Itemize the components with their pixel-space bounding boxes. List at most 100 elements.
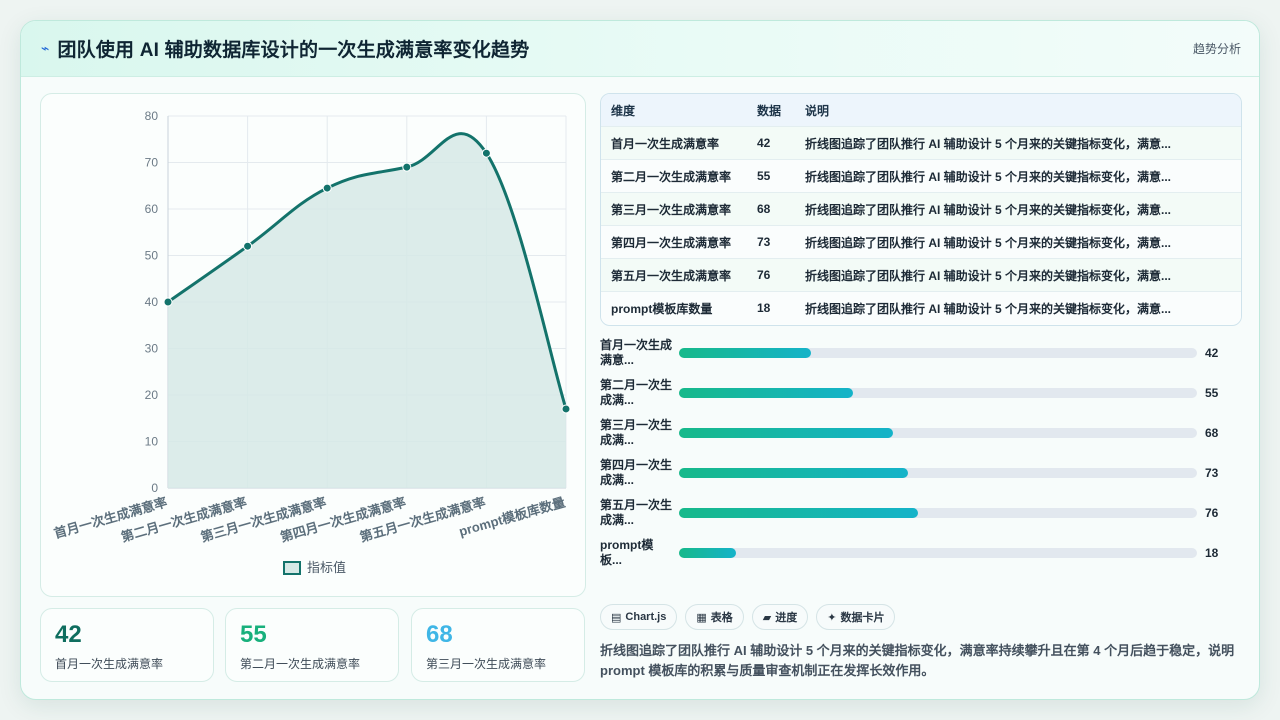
y-tick-label: 0: [151, 481, 158, 495]
header-tag: 趋势分析: [1192, 42, 1241, 56]
y-tick-label: 20: [145, 388, 159, 402]
progress-value: 42: [1205, 346, 1219, 360]
progress-label: 第五月一次生 成满...: [600, 498, 676, 528]
table-cell-name: 第四月一次生成满意率: [611, 235, 732, 250]
table-row: prompt模板库数量 18 折线图追踪了团队推行 AI 辅助设计 5 个月来的…: [601, 291, 1241, 324]
progress-label-line1: 第二月一次生: [600, 378, 673, 392]
y-tick-label: 50: [145, 249, 159, 263]
chip-label: 进度: [775, 612, 798, 624]
progress-track: [679, 468, 1197, 478]
data-point: [402, 162, 412, 172]
progress-item: 第二月一次生 成满... 55: [600, 378, 1242, 418]
header-bar: ⌁ 团队使用 AI 辅助数据库设计的一次生成满意率变化趋势 趋势分析: [21, 21, 1259, 77]
table-cell-value: 42: [757, 136, 771, 150]
progress-track: [679, 348, 1197, 358]
chip-label: 数据卡片: [840, 612, 885, 624]
data-point: [561, 404, 571, 414]
progress-label: 首月一次生成 满意...: [600, 338, 676, 368]
y-tick-label: 30: [145, 342, 159, 356]
y-tick-label: 40: [145, 295, 159, 309]
column-header-data: 数据: [757, 103, 782, 118]
progress-fill: [679, 548, 736, 558]
y-tick-label: 60: [145, 202, 159, 216]
progress-label-line2: 成满...: [600, 473, 635, 487]
progress-track: [679, 388, 1197, 398]
chip-data-card[interactable]: ✦ 数据卡片: [816, 604, 896, 630]
y-tick-label: 70: [145, 156, 159, 170]
table-row: 第五月一次生成满意率 76 折线图追踪了团队推行 AI 辅助设计 5 个月来的关…: [601, 258, 1241, 291]
progress-track: [679, 508, 1197, 518]
table-cell-desc: 折线图追踪了团队推行 AI 辅助设计 5 个月来的关键指标变化，满意...: [805, 268, 1172, 283]
table-cell-desc: 折线图追踪了团队推行 AI 辅助设计 5 个月来的关键指标变化，满意...: [805, 301, 1172, 316]
progress-fill: [679, 468, 909, 478]
table-cell-name: 第二月一次生成满意率: [611, 169, 732, 184]
table-cell-name: prompt模板库数量: [611, 301, 713, 316]
progress-item: 第四月一次生 成满... 73: [600, 458, 1242, 498]
progress-fill: [679, 348, 812, 358]
table-cell-name: 第三月一次生成满意率: [611, 202, 732, 217]
stat-card: 55 第二月一次生成满意率: [225, 608, 399, 682]
progress-label: 第二月一次生 成满...: [600, 378, 676, 408]
stat-label: 第三月一次生成满意率: [426, 657, 547, 671]
progress-label-line2: 满意...: [600, 353, 635, 367]
table-row: 第二月一次生成满意率 55 折线图追踪了团队推行 AI 辅助设计 5 个月来的关…: [601, 159, 1241, 192]
chart-icon: ▤: [611, 611, 622, 624]
stat-card: 42 首月一次生成满意率: [40, 608, 214, 682]
progress-label-line2: 板...: [600, 553, 623, 567]
chip-chartjs[interactable]: ▤ Chart.js: [600, 604, 678, 630]
progress-label-line2: 成满...: [600, 513, 635, 527]
table-cell-desc: 折线图追踪了团队推行 AI 辅助设计 5 个月来的关键指标变化，满意...: [805, 136, 1172, 151]
table-cell-value: 18: [757, 301, 771, 315]
sparkle-icon: ✦: [827, 611, 837, 624]
table-icon: ▦: [696, 611, 707, 624]
progress-label: 第四月一次生 成满...: [600, 458, 676, 488]
summary-text: 折线图追踪了团队推行 AI 辅助设计 5 个月来的关键指标变化，满意率持续攀升且…: [600, 643, 1235, 678]
series-area: [168, 133, 566, 488]
progress-value: 76: [1205, 506, 1219, 520]
column-header-description: 说明: [805, 103, 830, 118]
data-point: [481, 148, 491, 158]
progress-label: 第三月一次生 成满...: [600, 418, 676, 448]
table-cell-desc: 折线图追踪了团队推行 AI 辅助设计 5 个月来的关键指标变化，满意...: [805, 202, 1172, 217]
data-table: 维度 数据 说明 首月一次生成满意率 42 折线图追踪了团队推行 AI 辅助设计…: [600, 93, 1242, 326]
progress-label-line1: 第三月一次生: [600, 418, 673, 432]
progress-label: prompt模 板...: [600, 538, 676, 568]
table-header-row: 维度 数据 说明: [601, 94, 1241, 126]
table-cell-name: 第五月一次生成满意率: [611, 268, 732, 283]
table-row: 首月一次生成满意率 42 折线图追踪了团队推行 AI 辅助设计 5 个月来的关键…: [601, 126, 1241, 159]
progress-label-line1: 第四月一次生: [600, 458, 673, 472]
chip-progress[interactable]: ▰ 进度: [751, 604, 809, 630]
chip-table[interactable]: ▦ 表格: [685, 604, 744, 630]
stat-number: 55: [240, 621, 267, 648]
legend-swatch: [283, 561, 301, 575]
progress-value: 55: [1205, 386, 1219, 400]
progress-label-line1: prompt模: [600, 538, 654, 552]
table-cell-name: 首月一次生成满意率: [611, 136, 720, 151]
progress-value: 18: [1205, 546, 1219, 560]
table-row: 第四月一次生成满意率 73 折线图追踪了团队推行 AI 辅助设计 5 个月来的关…: [601, 225, 1241, 258]
table-cell-value: 73: [757, 235, 771, 249]
progress-icon: ▰: [762, 611, 772, 624]
progress-item: 第五月一次生 成满... 76: [600, 498, 1242, 538]
progress-value: 73: [1205, 466, 1219, 480]
progress-item: 首月一次生成 满意... 42: [600, 338, 1242, 378]
progress-label-line1: 第五月一次生: [600, 498, 673, 512]
data-point: [243, 241, 253, 251]
chip-label: 表格: [710, 612, 733, 624]
dashboard-frame: ⌁ 团队使用 AI 辅助数据库设计的一次生成满意率变化趋势 趋势分析 0 10 20…: [20, 20, 1260, 700]
table-cell-value: 55: [757, 169, 771, 183]
table-cell-desc: 折线图追踪了团队推行 AI 辅助设计 5 个月来的关键指标变化，满意...: [805, 235, 1172, 250]
y-tick-label: 10: [145, 435, 159, 449]
table-cell-desc: 折线图追踪了团队推行 AI 辅助设计 5 个月来的关键指标变化，满意...: [805, 169, 1172, 184]
stat-number: 42: [55, 621, 82, 648]
table-row: 第三月一次生成满意率 68 折线图追踪了团队推行 AI 辅助设计 5 个月来的关…: [601, 192, 1241, 225]
data-point: [322, 183, 332, 193]
progress-label-line2: 成满...: [600, 393, 635, 407]
legend-label: 指标值: [307, 560, 346, 575]
table-cell-value: 68: [757, 202, 771, 216]
stat-card: 68 第三月一次生成满意率: [411, 608, 585, 682]
trend-icon: ⌁: [41, 40, 50, 56]
progress-fill: [679, 508, 919, 518]
progress-item: prompt模 板... 18: [600, 538, 1242, 578]
tech-chips: ▤ Chart.js ▦ 表格 ▰ 进度 ✦ 数据卡片: [600, 604, 896, 630]
